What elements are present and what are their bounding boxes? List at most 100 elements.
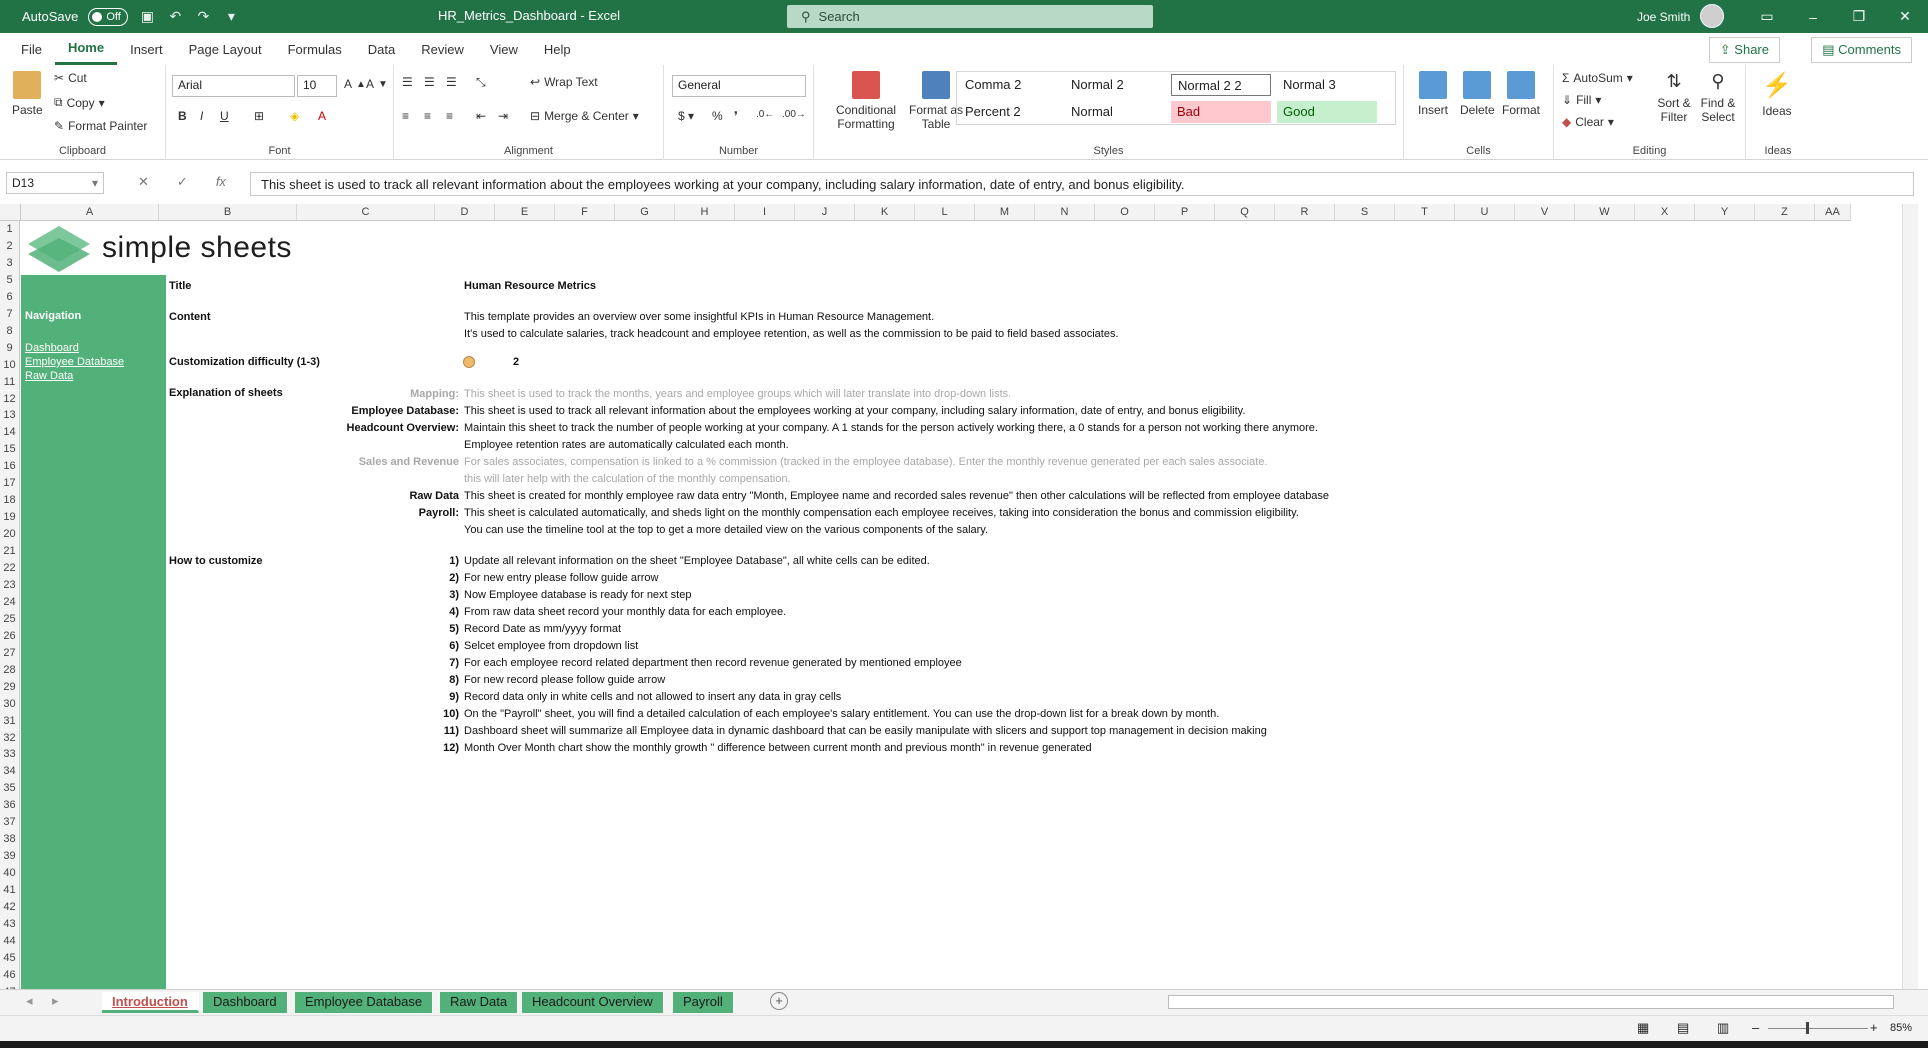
column-header[interactable]: Z bbox=[1755, 204, 1815, 221]
vertical-scrollbar[interactable] bbox=[1902, 204, 1918, 989]
row-header[interactable]: 30 bbox=[0, 695, 20, 713]
row-header[interactable]: 36 bbox=[0, 797, 20, 815]
share-button[interactable]: ⇪ Share bbox=[1708, 37, 1780, 63]
row-header[interactable]: 14 bbox=[0, 424, 20, 442]
fill-color-icon[interactable]: ◈ bbox=[290, 109, 299, 123]
row-header[interactable]: 33 bbox=[0, 746, 20, 764]
row-header[interactable]: 6 bbox=[0, 288, 20, 306]
row-header[interactable]: 21 bbox=[0, 543, 20, 560]
row-header[interactable]: 8 bbox=[0, 322, 20, 340]
column-header[interactable]: O bbox=[1095, 204, 1155, 221]
style-normal-2[interactable]: Normal 2 bbox=[1065, 74, 1165, 96]
wrap-text-button[interactable]: ↩ Wrap Text bbox=[530, 75, 598, 89]
row-header[interactable]: 42 bbox=[0, 899, 20, 916]
zoom-level[interactable]: 85% bbox=[1890, 1022, 1912, 1034]
align-left-icon[interactable]: ≡ bbox=[402, 109, 409, 123]
tab-file[interactable]: File bbox=[8, 33, 55, 65]
column-header[interactable]: V bbox=[1515, 204, 1575, 221]
column-header[interactable]: B bbox=[159, 204, 297, 221]
row-header[interactable]: 18 bbox=[0, 492, 20, 510]
decrease-decimal-icon[interactable]: .00→ bbox=[782, 109, 806, 120]
italic-icon[interactable]: I bbox=[200, 109, 203, 123]
merge-center-button[interactable]: ⊟ Merge & Center ▾ bbox=[530, 109, 639, 123]
row-header[interactable]: 16 bbox=[0, 458, 20, 476]
orientation-icon[interactable]: ⤡ bbox=[476, 75, 486, 90]
align-center-icon[interactable]: ≡ bbox=[424, 109, 431, 123]
customize-qat-icon[interactable]: ▾ bbox=[222, 8, 240, 26]
insert-cells-button[interactable]: Insert bbox=[1418, 71, 1448, 117]
clear-button[interactable]: ◆ Clear ▾ bbox=[1562, 115, 1614, 129]
row-header[interactable]: 22 bbox=[0, 560, 20, 577]
row-header[interactable]: 28 bbox=[0, 661, 20, 679]
style-percent-2[interactable]: Percent 2 bbox=[959, 101, 1059, 123]
column-header[interactable]: H bbox=[675, 204, 735, 221]
row-header[interactable]: 41 bbox=[0, 882, 20, 899]
zoom-slider[interactable] bbox=[1768, 1028, 1868, 1029]
find-select-button[interactable]: ⚲ Find & Select bbox=[1696, 71, 1740, 124]
row-header[interactable]: 45 bbox=[0, 949, 20, 967]
column-header[interactable]: S bbox=[1335, 204, 1395, 221]
avatar[interactable] bbox=[1700, 4, 1724, 28]
copy-button[interactable]: ⧉ Copy ▾ bbox=[54, 95, 105, 110]
align-top-icon[interactable]: ☰ bbox=[402, 75, 413, 89]
column-header[interactable]: Y bbox=[1695, 204, 1755, 221]
row-header[interactable]: 46 bbox=[0, 966, 20, 984]
tab-help[interactable]: Help bbox=[531, 33, 584, 65]
row-header[interactable]: 1 bbox=[0, 221, 20, 238]
column-header[interactable]: P bbox=[1155, 204, 1215, 221]
decrease-indent-icon[interactable]: ⇤ bbox=[476, 109, 486, 123]
add-sheet-icon[interactable]: + bbox=[770, 992, 788, 1010]
horizontal-scrollbar[interactable] bbox=[1168, 995, 1894, 1009]
nav-link-dashboard[interactable]: Dashboard bbox=[25, 342, 79, 354]
format-painter-button[interactable]: ✎ Format Painter bbox=[54, 119, 147, 133]
autosum-button[interactable]: Σ AutoSum ▾ bbox=[1562, 71, 1633, 85]
row-header[interactable]: 5 bbox=[0, 271, 20, 289]
align-bottom-icon[interactable]: ☰ bbox=[446, 75, 457, 89]
column-header[interactable]: U bbox=[1455, 204, 1515, 221]
sheet-tab-raw-data[interactable]: Raw Data bbox=[440, 992, 519, 1013]
row-header[interactable]: 40 bbox=[0, 865, 20, 883]
minimize-icon[interactable]: – bbox=[1790, 0, 1836, 33]
font-size-select[interactable]: 10 bbox=[297, 75, 337, 97]
column-header[interactable]: Q bbox=[1215, 204, 1275, 221]
column-header[interactable]: I bbox=[735, 204, 795, 221]
row-header[interactable]: 13 bbox=[0, 407, 20, 425]
borders-icon[interactable]: ⊞ bbox=[254, 109, 264, 123]
column-header[interactable]: AA bbox=[1815, 204, 1851, 221]
tab-insert[interactable]: Insert bbox=[117, 33, 176, 65]
tab-data[interactable]: Data bbox=[355, 33, 408, 65]
sheet-tab-employee-database[interactable]: Employee Database bbox=[295, 992, 434, 1013]
row-header[interactable]: 37 bbox=[0, 814, 20, 832]
scroll-tabs-left-icon[interactable]: ◂ bbox=[26, 993, 33, 1009]
delete-cells-button[interactable]: Delete bbox=[1460, 71, 1495, 117]
font-color-icon[interactable]: A bbox=[318, 109, 326, 123]
row-header[interactable]: 44 bbox=[0, 932, 20, 950]
sort-filter-button[interactable]: ⇅ Sort & Filter bbox=[1654, 71, 1694, 124]
font-shrink-icon[interactable]: A ▼ bbox=[366, 77, 388, 91]
restore-icon[interactable]: ❐ bbox=[1836, 0, 1882, 33]
column-header[interactable]: R bbox=[1275, 204, 1335, 221]
sheet-tab-dashboard[interactable]: Dashboard bbox=[203, 992, 288, 1013]
row-header[interactable]: 43 bbox=[0, 915, 20, 933]
cut-button[interactable]: ✂ Cut bbox=[54, 71, 87, 85]
row-header[interactable]: 12 bbox=[0, 390, 20, 408]
row-header[interactable]: 24 bbox=[0, 593, 20, 611]
row-header[interactable]: 25 bbox=[0, 610, 20, 628]
row-header[interactable]: 17 bbox=[0, 475, 20, 493]
column-header[interactable]: G bbox=[615, 204, 675, 221]
number-format-select[interactable]: General bbox=[672, 75, 806, 97]
page-layout-view-icon[interactable]: ▤ bbox=[1677, 1020, 1689, 1036]
undo-icon[interactable]: ↶ bbox=[166, 8, 184, 26]
style-normal[interactable]: Normal bbox=[1065, 101, 1165, 123]
row-header[interactable]: 23 bbox=[0, 576, 20, 594]
paste-button[interactable]: Paste bbox=[12, 71, 43, 117]
row-header[interactable]: 9 bbox=[0, 339, 20, 357]
column-header[interactable]: K bbox=[855, 204, 915, 221]
currency-icon[interactable]: $ ▾ bbox=[678, 109, 694, 123]
row-header[interactable]: 34 bbox=[0, 763, 20, 781]
scroll-tabs-right-icon[interactable]: ▸ bbox=[52, 993, 59, 1009]
column-header[interactable]: X bbox=[1635, 204, 1695, 221]
ribbon-display-icon[interactable]: ▭ bbox=[1744, 0, 1790, 33]
format-cells-button[interactable]: Format bbox=[1502, 71, 1540, 117]
tab-page-layout[interactable]: Page Layout bbox=[176, 33, 275, 65]
